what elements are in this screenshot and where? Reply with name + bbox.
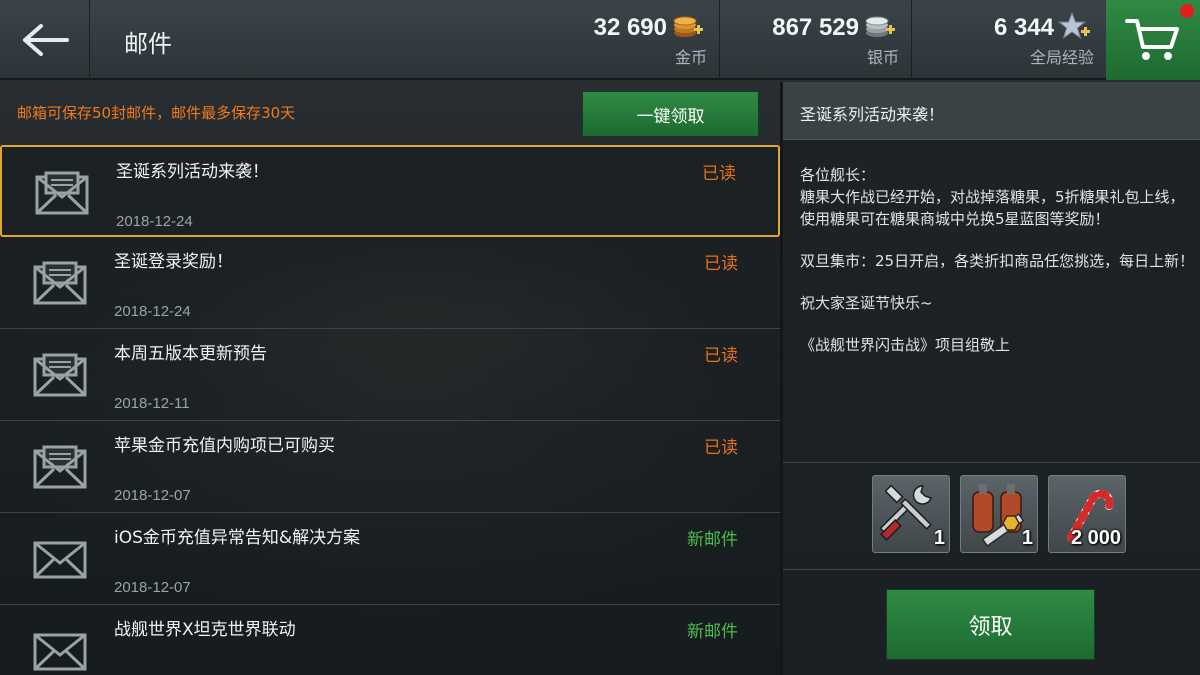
mail-date: 2018-12-11 (114, 395, 190, 412)
mail-subject: 战舰世界X坦克世界联动 (114, 620, 296, 640)
mail-item[interactable]: 圣诞登录奖励！ 2018-12-24 已读 (0, 237, 780, 329)
envelope-open-icon (33, 353, 87, 397)
mail-subject: 本周五版本更新预告 (114, 344, 267, 364)
back-button[interactable] (0, 0, 90, 80)
mail-status-read: 已读 (704, 346, 738, 366)
envelope-open-icon (35, 171, 89, 215)
shopping-cart-icon (1125, 19, 1179, 60)
claim-all-button[interactable]: 一键领取 (582, 91, 759, 137)
mail-status-read: 已读 (704, 254, 738, 274)
mail-body-line: 各位舰长： (800, 166, 876, 184)
gold-currency[interactable]: 32 690 金币 (500, 0, 720, 80)
silver-coins-plus-icon (865, 16, 895, 37)
mail-body-line: 糖果大作战已经开始，对战掉落糖果，5折糖果礼包上线，使用糖果可在糖果商城中兑换5… (800, 188, 1185, 228)
mail-status-read: 已读 (704, 438, 738, 458)
mail-status-new: 新邮件 (687, 622, 738, 642)
mail-item[interactable]: 苹果金币充值内购项已可购买 2018-12-07 已读 (0, 421, 780, 513)
silver-label: 银币 (866, 48, 899, 67)
attachment-rewards: 1 1 2 000 (783, 462, 1200, 570)
mail-detail-panel: 圣诞系列活动来袭！ 各位舰长： 糖果大作战已经开始，对战掉落糖果，5折糖果礼包上… (783, 82, 1200, 675)
mail-status-new: 新邮件 (687, 530, 738, 550)
shop-cart-button[interactable] (1106, 0, 1200, 80)
detail-header: 圣诞系列活动来袭！ (783, 82, 1200, 140)
reward-quantity: 2 000 (1070, 527, 1121, 549)
notification-badge (1180, 4, 1194, 18)
reward-quantity: 1 (933, 527, 945, 549)
mailbox-capacity-notice: 邮箱可保存50封邮件，邮件最多保存30天 (17, 104, 296, 122)
back-arrow-icon (22, 24, 69, 56)
envelope-open-icon (33, 445, 87, 489)
reward-item[interactable]: 1 (872, 475, 950, 553)
gold-label: 金币 (674, 48, 707, 67)
mail-subject: 圣诞系列活动来袭！ (116, 162, 269, 182)
global-xp[interactable]: 6 344 全局经验 (912, 0, 1106, 80)
silver-currency[interactable]: 867 529 银币 (720, 0, 912, 80)
reward-item[interactable]: 1 (960, 475, 1038, 553)
mail-date: 2018-12-24 (116, 213, 193, 230)
reward-item[interactable]: 2 000 (1048, 475, 1126, 553)
mail-item[interactable]: 战舰世界X坦克世界联动 新邮件 (0, 605, 780, 675)
envelope-closed-icon (33, 541, 87, 579)
mail-date: 2018-12-07 (114, 579, 191, 596)
mail-subject: 苹果金币充值内购项已可购买 (114, 436, 335, 456)
mail-list-panel: 邮箱可保存50封邮件，邮件最多保存30天 一键领取 圣诞系列活动来袭！ 2018… (0, 82, 782, 675)
mail-subject: 圣诞登录奖励！ (114, 252, 233, 272)
xp-label: 全局经验 (1029, 48, 1094, 67)
mail-status-read: 已读 (702, 164, 736, 184)
silver-amount: 867 529 (772, 14, 859, 41)
mail-date: 2018-12-24 (114, 303, 191, 320)
claim-button[interactable]: 领取 (886, 589, 1095, 660)
mail-body-line: 双旦集市：25日开启，各类折扣商品任您挑选，每日上新！ (800, 252, 1195, 270)
mail-body-line: 祝大家圣诞节快乐~ (800, 294, 933, 312)
mail-body-line: 《战舰世界闪击战》项目组敬上 (800, 336, 1011, 354)
mail-item[interactable]: 圣诞系列活动来袭！ 2018-12-24 已读 (0, 145, 780, 237)
xp-amount: 6 344 (993, 14, 1054, 41)
mail-body: 各位舰长： 糖果大作战已经开始，对战掉落糖果，5折糖果礼包上线，使用糖果可在糖果… (800, 164, 1198, 356)
gold-amount: 32 690 (593, 14, 667, 41)
top-bar: 邮件 32 690 金币 867 529 银币 6 344 全局经验 (0, 0, 1200, 80)
mail-subject: iOS金币充值异常告知&解决方案 (114, 528, 361, 548)
reward-quantity: 1 (1021, 527, 1033, 549)
page-title: 邮件 (124, 30, 172, 58)
mail-date: 2018-12-07 (114, 487, 191, 504)
detail-title: 圣诞系列活动来袭！ (800, 105, 945, 124)
gold-coins-plus-icon (673, 16, 703, 37)
mail-item[interactable]: 本周五版本更新预告 2018-12-11 已读 (0, 329, 780, 421)
xp-star-plus-icon (1058, 12, 1090, 40)
envelope-closed-icon (33, 633, 87, 671)
mail-item[interactable]: iOS金币充值异常告知&解决方案 2018-12-07 新邮件 (0, 513, 780, 605)
envelope-open-icon (33, 261, 87, 305)
